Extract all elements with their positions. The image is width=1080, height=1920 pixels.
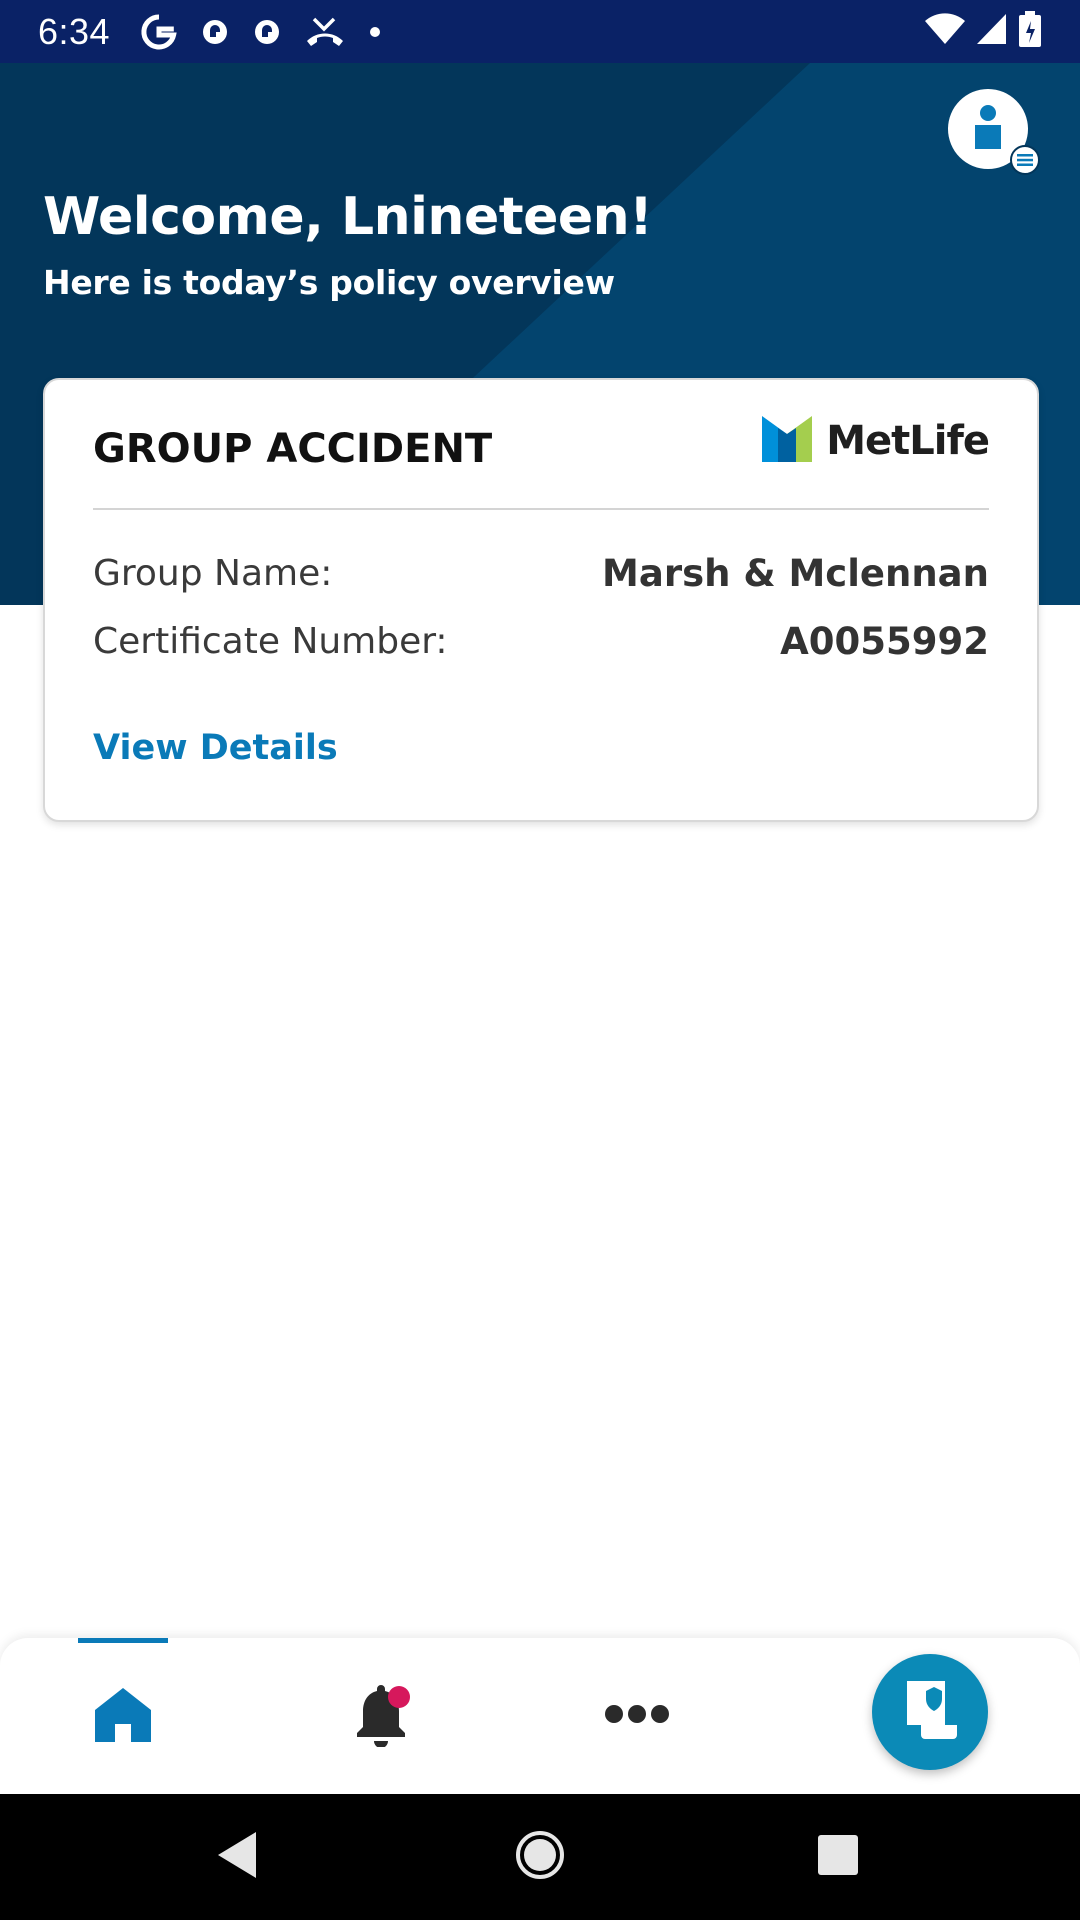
profile-menu-button[interactable] [948,89,1040,175]
system-navigation-bar [0,1794,1080,1920]
more-icon [604,1704,670,1729]
status-bar: 6:34 [0,0,1080,63]
group-name-row: Group Name: Marsh & Mclennan [93,552,989,595]
home-icon [93,1684,153,1749]
pocket-icon [200,17,230,47]
system-back-button[interactable] [188,1794,288,1920]
google-icon [140,13,178,51]
status-notification-icons [140,13,382,51]
certificate-number-value: A0055992 [780,620,989,663]
active-tab-indicator [78,1638,168,1643]
nav-home-button[interactable] [78,1638,168,1794]
system-recent-apps-button[interactable] [788,1794,888,1920]
wifi-icon [924,13,966,50]
bottom-navigation [0,1638,1080,1794]
metlife-wordmark: MetLife [826,418,990,464]
battery-icon [1018,11,1042,52]
status-system-icons [924,11,1042,52]
notification-dot [388,1686,410,1708]
home-circle-icon [515,1830,565,1885]
person-icon [968,103,1008,156]
policy-card-header: GROUP ACCIDENT MetLife [93,380,990,510]
group-name-value: Marsh & Mclennan [602,552,989,595]
metlife-logo: MetLife [762,415,990,473]
menu-icon [1010,145,1040,175]
metlife-logo-icon [762,415,813,467]
dot-icon [368,25,382,39]
certificate-number-label: Certificate Number: [93,621,448,662]
policy-card[interactable]: GROUP ACCIDENT MetLife Group Name: Marsh… [43,378,1039,822]
claim-icon [901,1679,959,1746]
certificate-number-row: Certificate Number: A0055992 [93,620,989,663]
nav-notifications-button[interactable] [336,1638,426,1794]
missed-call-icon [304,15,346,49]
pocket-icon [252,17,282,47]
back-icon [216,1830,260,1885]
recent-apps-icon [816,1833,860,1882]
welcome-title: Welcome, Lnineteen! [43,187,653,247]
welcome-subtitle: Here is today’s policy overview [43,263,615,302]
group-name-label: Group Name: [93,553,333,594]
nav-more-button[interactable] [592,1638,682,1794]
view-details-link[interactable]: View Details [93,728,338,768]
file-claim-button[interactable] [872,1654,988,1770]
signal-icon [976,13,1008,50]
status-time: 6:34 [38,10,111,52]
policy-type: GROUP ACCIDENT [93,426,493,472]
system-home-button[interactable] [490,1794,590,1920]
